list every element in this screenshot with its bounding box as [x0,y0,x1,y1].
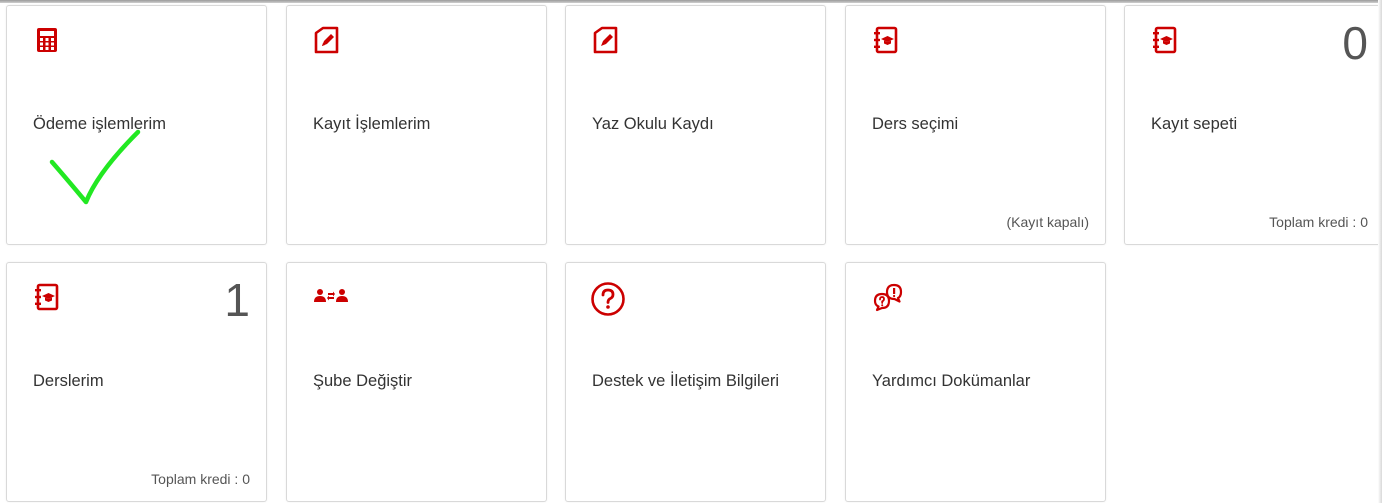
tile-title: Yaz Okulu Kaydı [592,115,714,133]
swap-users-icon [313,283,348,311]
tile-kayit-islemlerim[interactable]: Kayıt İşlemlerim [286,5,547,245]
edit-document-icon [592,26,620,54]
registration-status: (Kayıt kapalı) [1006,214,1089,230]
course-book-icon [872,26,900,54]
right-edge [1378,0,1382,503]
tile-kayit-sepeti[interactable]: 0 Kayıt sepeti Toplam kredi : 0 [1124,5,1382,245]
tile-title: Yardımcı Dokümanlar [872,372,1031,390]
question-circle-icon [590,281,625,316]
check-mark-icon [49,129,141,205]
course-book-icon [33,283,61,311]
top-border [0,0,1382,3]
tile-ders-secimi[interactable]: Ders seçimi (Kayıt kapalı) [845,5,1106,245]
help-bubbles-icon [872,283,903,312]
calculator-icon [33,26,61,54]
tile-title: Destek ve İletişim Bilgileri [592,372,780,390]
tile-title: Derslerim [33,372,104,390]
tile-yardimci-dokumanlar[interactable]: Yardımcı Dokümanlar [845,262,1106,502]
tile-sube-degistir[interactable]: Şube Değiştir [286,262,547,502]
tile-destek-iletisim[interactable]: Destek ve İletişim Bilgileri [565,262,826,502]
tile-yaz-okulu-kaydi[interactable]: Yaz Okulu Kaydı [565,5,826,245]
tile-title: Ders seçimi [872,115,959,133]
tile-title: Şube Değiştir [313,372,413,390]
tile-title: Kayıt İşlemlerim [313,115,431,133]
total-credits: Toplam kredi : 0 [1269,214,1368,230]
total-credits: Toplam kredi : 0 [151,471,250,487]
course-book-icon [1151,26,1179,54]
tile-title: Kayıt sepeti [1151,115,1238,133]
tile-derslerim[interactable]: 1 Derslerim Toplam kredi : 0 [6,262,267,502]
basket-count: 0 [1342,17,1368,69]
course-count: 1 [224,274,250,326]
edit-document-icon [313,26,341,54]
